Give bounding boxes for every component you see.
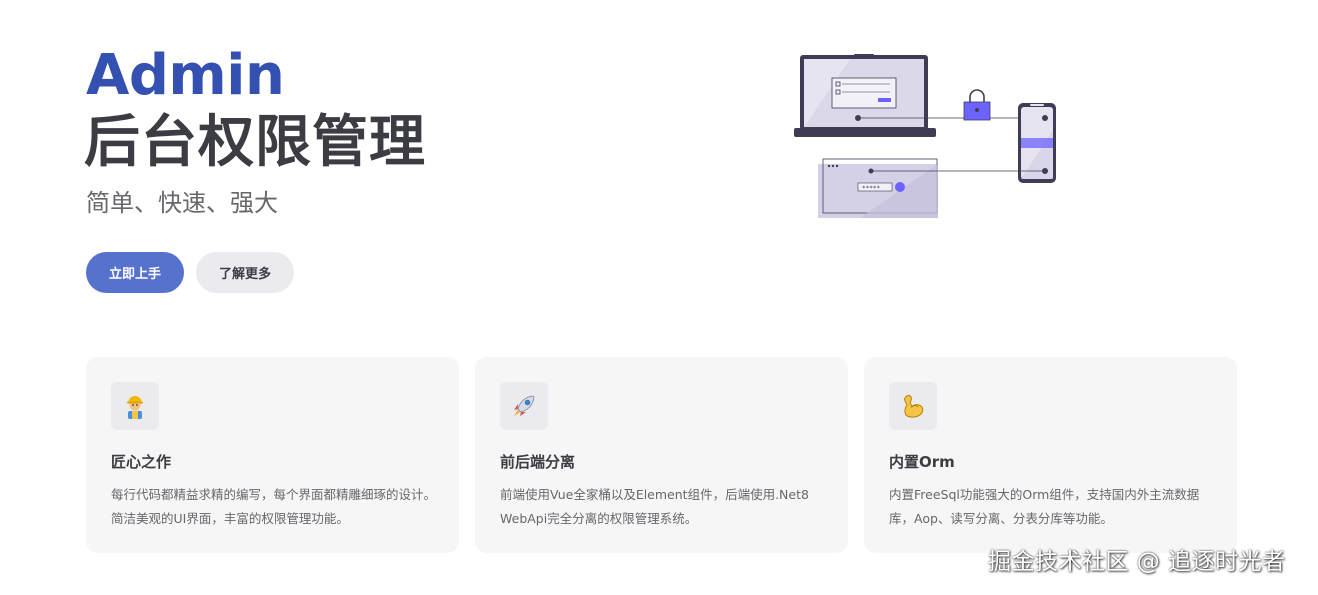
hero-tagline: 简单、快速、强大: [86, 189, 278, 217]
flexed-biceps-icon: [889, 382, 937, 430]
hero-actions: 立即上手 了解更多: [86, 252, 294, 293]
feature-card: 匠心之作 每行代码都精益求精的编写，每个界面都精雕细琢的设计。简洁美观的UI界面…: [86, 357, 459, 553]
feature-details: 前端使用Vue全家桶以及Element组件，后端使用.Net8 WebApi完全…: [500, 487, 809, 526]
feature-card: 前后端分离 前端使用Vue全家桶以及Element组件，后端使用.Net8 We…: [475, 357, 848, 553]
hero-title: 后台权限管理: [84, 110, 426, 175]
construction-worker-icon: [111, 382, 159, 430]
rocket-icon: [500, 382, 548, 430]
features-grid: 匠心之作 每行代码都精益求精的编写，每个界面都精雕细琢的设计。简洁美观的UI界面…: [86, 357, 1237, 553]
get-started-button[interactable]: 立即上手: [86, 252, 184, 293]
hero-name: Admin: [86, 43, 285, 108]
feature-details: 内置FreeSql功能强大的Orm组件，支持国内外主流数据库，Aop、读写分离、…: [889, 487, 1200, 526]
feature-title: 前后端分离: [500, 453, 576, 471]
feature-card: 内置Orm 内置FreeSql功能强大的Orm组件，支持国内外主流数据库，Aop…: [864, 357, 1237, 553]
login-security-illustration: *****: [794, 54, 1056, 218]
hero-illustration: *****: [790, 50, 1060, 222]
feature-title: 内置Orm: [889, 453, 955, 471]
svg-text:*****: *****: [862, 185, 880, 192]
feature-title: 匠心之作: [111, 453, 172, 471]
watermark: 掘金技术社区 @ 追逐时光者: [988, 549, 1286, 575]
feature-details: 每行代码都精益求精的编写，每个界面都精雕细琢的设计。简洁美观的UI界面，丰富的权…: [111, 487, 437, 526]
learn-more-button[interactable]: 了解更多: [196, 252, 294, 293]
